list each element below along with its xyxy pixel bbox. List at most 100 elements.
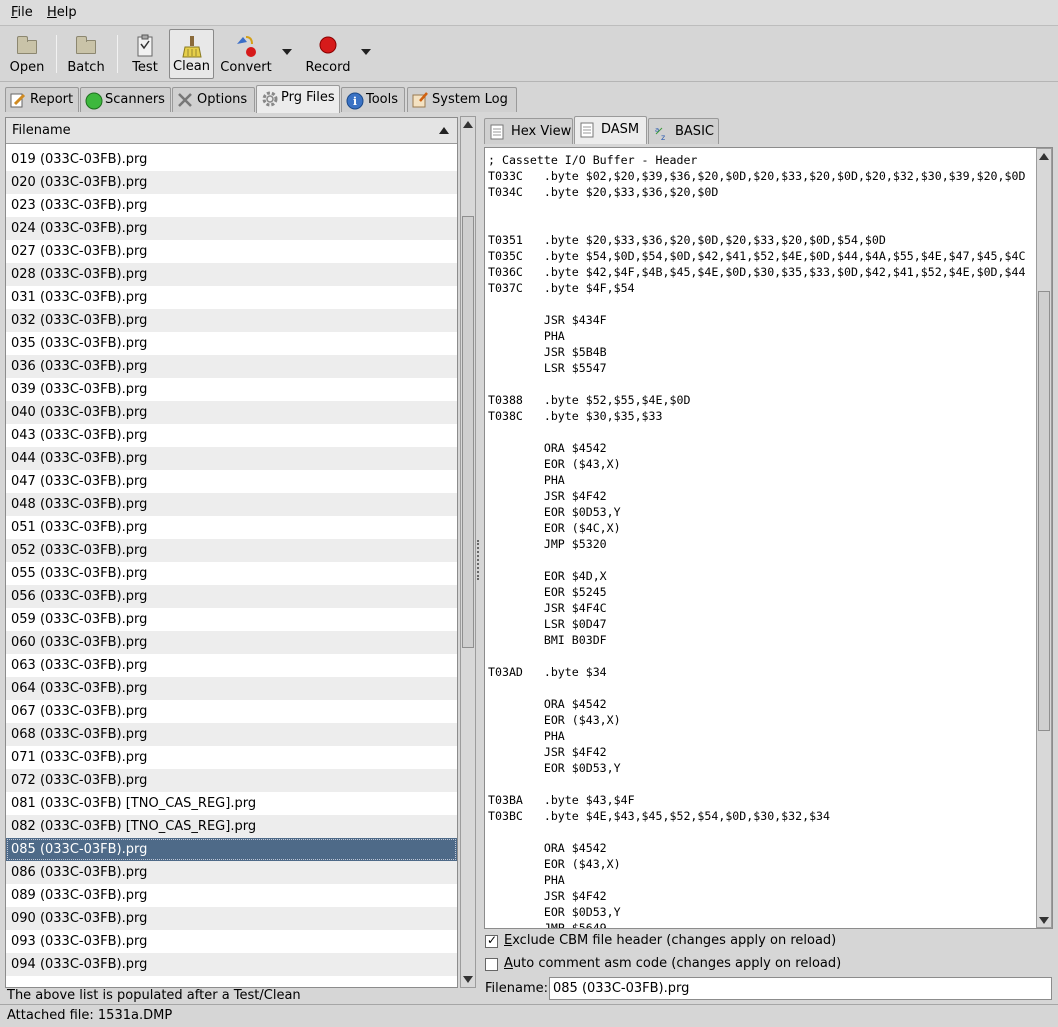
list-item[interactable]: 072 (033C-03FB).prg [6, 769, 457, 792]
column-header-filename[interactable]: Filename [6, 118, 457, 144]
list-item[interactable]: 047 (033C-03FB).prg [6, 470, 457, 493]
list-item[interactable]: 044 (033C-03FB).prg [6, 447, 457, 470]
dasm-code-view[interactable]: ; Cassette I/O Buffer - Header T033C .byt… [484, 147, 1053, 929]
toolbar: Open Batch Test Clean Convert Record [0, 27, 1058, 82]
code-line: JSR $4F42 [488, 745, 607, 759]
folder-open-icon [15, 34, 39, 56]
list-item[interactable]: 040 (033C-03FB).prg [6, 401, 457, 424]
menu-file[interactable]: File [11, 5, 33, 20]
list-item[interactable]: 059 (033C-03FB).prg [6, 608, 457, 631]
list-item[interactable]: 085 (033C-03FB).prg [6, 838, 457, 861]
list-item[interactable]: 068 (033C-03FB).prg [6, 723, 457, 746]
scrollbar-thumb[interactable] [462, 216, 474, 648]
svg-text:i: i [353, 95, 357, 108]
menu-help[interactable]: Help [47, 5, 77, 20]
code-line: JSR $434F [488, 313, 607, 327]
broom-icon [180, 35, 204, 58]
scroll-down-icon[interactable] [1039, 917, 1049, 924]
tab-tools[interactable]: i Tools [341, 87, 405, 112]
code-line: EOR ($4C,X) [488, 521, 621, 535]
tab-hex-view[interactable]: Hex View [484, 118, 573, 144]
list-item[interactable]: 086 (033C-03FB).prg [6, 861, 457, 884]
code-scrollbar[interactable] [1036, 148, 1052, 928]
pane-splitter-handle[interactable] [477, 540, 481, 580]
code-line: T038C .byte $30,$35,$33 [488, 409, 663, 423]
code-line: PHA [488, 473, 565, 487]
convert-icon [234, 34, 258, 57]
file-list[interactable]: Filename 019 (033C-03FB).prg 020 (033C-03… [5, 117, 458, 988]
code-line: JMP $5649 [488, 921, 607, 928]
code-line: ORA $4542 [488, 841, 607, 855]
list-item[interactable]: 032 (033C-03FB).prg [6, 309, 457, 332]
list-item[interactable]: 020 (033C-03FB).prg [6, 171, 457, 194]
code-line: T0388 .byte $52,$55,$4E,$0D [488, 393, 691, 407]
clean-button[interactable]: Clean [169, 29, 214, 79]
scanners-green-icon [85, 92, 103, 110]
list-item[interactable]: 064 (033C-03FB).prg [6, 677, 457, 700]
list-item[interactable]: 031 (033C-03FB).prg [6, 286, 457, 309]
list-item[interactable]: 039 (033C-03FB).prg [6, 378, 457, 401]
list-item[interactable]: 094 (033C-03FB).prg [6, 953, 457, 976]
test-button[interactable]: Test [124, 29, 166, 79]
open-button[interactable]: Open [4, 29, 50, 79]
list-item[interactable]: 043 (033C-03FB).prg [6, 424, 457, 447]
code-line: T03BA .byte $43,$4F [488, 793, 635, 807]
list-item[interactable]: 051 (033C-03FB).prg [6, 516, 457, 539]
list-item[interactable]: 056 (033C-03FB).prg [6, 585, 457, 608]
batch-button[interactable]: Batch [63, 29, 109, 79]
list-item[interactable]: 019 (033C-03FB).prg [6, 148, 457, 171]
tab-dasm[interactable]: DASM [574, 116, 647, 144]
folder-batch-icon [74, 34, 98, 56]
list-item[interactable]: 093 (033C-03FB).prg [6, 930, 457, 953]
list-item[interactable]: 024 (033C-03FB).prg [6, 217, 457, 240]
filename-field[interactable]: 085 (033C-03FB).prg [549, 977, 1052, 1000]
tab-report[interactable]: Report [5, 87, 79, 112]
checkmark-icon: ✓ [487, 933, 498, 947]
list-item[interactable]: 082 (033C-03FB) [TNO_CAS_REG].prg [6, 815, 457, 838]
scrollbar-thumb[interactable] [1038, 291, 1050, 731]
list-item[interactable]: 060 (033C-03FB).prg [6, 631, 457, 654]
tab-system-log[interactable]: System Log [407, 87, 517, 112]
code-line: EOR ($43,X) [488, 713, 621, 727]
file-list-scrollbar[interactable] [460, 116, 476, 988]
list-item[interactable]: 081 (033C-03FB) [TNO_CAS_REG].prg [6, 792, 457, 815]
document-icon [580, 122, 594, 138]
tab-options[interactable]: Options [172, 87, 255, 112]
list-item[interactable]: 028 (033C-03FB).prg [6, 263, 457, 286]
convert-button[interactable]: Convert [218, 29, 274, 79]
list-item[interactable]: 048 (033C-03FB).prg [6, 493, 457, 516]
code-line: EOR ($43,X) [488, 457, 621, 471]
record-button[interactable]: Record [303, 29, 353, 79]
tab-basic[interactable]: az BASIC [648, 118, 719, 144]
document-icon [490, 124, 504, 140]
list-item[interactable]: 052 (033C-03FB).prg [6, 539, 457, 562]
list-item[interactable]: 090 (033C-03FB).prg [6, 907, 457, 930]
list-item[interactable]: 035 (033C-03FB).prg [6, 332, 457, 355]
list-item[interactable]: 027 (033C-03FB).prg [6, 240, 457, 263]
code-line: EOR $0D53,Y [488, 505, 621, 519]
file-list-pane: Filename 019 (033C-03FB).prg 020 (033C-03… [4, 116, 476, 990]
list-item[interactable]: 036 (033C-03FB).prg [6, 355, 457, 378]
tab-scanners[interactable]: Scanners [80, 87, 171, 112]
list-item[interactable]: 055 (033C-03FB).prg [6, 562, 457, 585]
code-line: EOR $4D,X [488, 569, 607, 583]
list-item[interactable]: 063 (033C-03FB).prg [6, 654, 457, 677]
list-item[interactable]: 023 (033C-03FB).prg [6, 194, 457, 217]
code-line: T034C .byte $20,$33,$36,$20,$0D [488, 185, 719, 199]
scroll-up-icon[interactable] [463, 121, 473, 128]
list-item[interactable]: 067 (033C-03FB).prg [6, 700, 457, 723]
record-dropdown-icon[interactable] [361, 49, 371, 55]
tab-prg-files[interactable]: Prg Files [256, 85, 340, 113]
list-item[interactable]: 089 (033C-03FB).prg [6, 884, 457, 907]
scroll-up-icon[interactable] [1039, 153, 1049, 160]
scroll-down-icon[interactable] [463, 976, 473, 983]
main-tabs: Report Scanners Options Prg Files i Tool… [0, 85, 1058, 113]
convert-dropdown-icon[interactable] [282, 49, 292, 55]
code-line: T033C .byte $02,$20,$39,$36,$20,$0D,$20,… [488, 169, 1026, 183]
record-icon [316, 34, 340, 56]
list-item[interactable]: 071 (033C-03FB).prg [6, 746, 457, 769]
